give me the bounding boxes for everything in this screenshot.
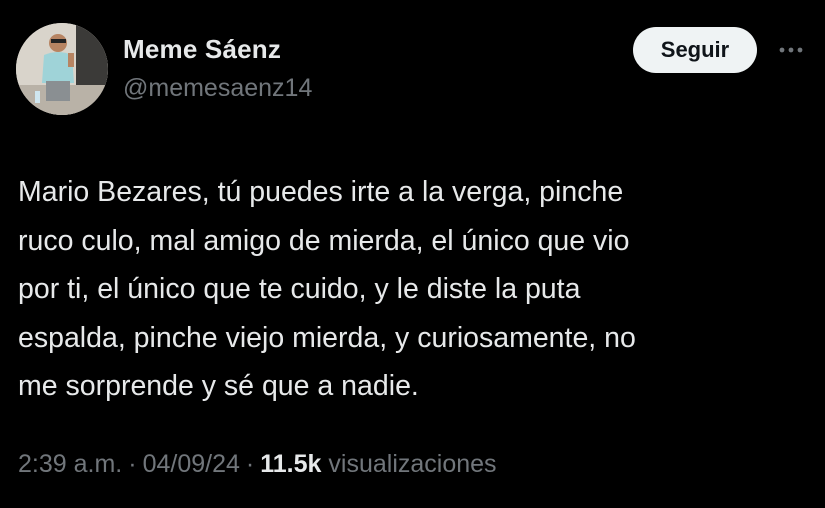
views-count: 11.5k: [260, 450, 322, 478]
views-label: visualizaciones: [328, 450, 497, 478]
tweet-line: ruco culo, mal amigo de mierda, el único…: [18, 224, 630, 257]
tweet-text: Mario Bezares, tú puedes irte a la verga…: [18, 168, 798, 411]
meta-separator: ·: [245, 450, 255, 478]
tweet-date[interactable]: 04/09/24: [143, 450, 240, 479]
user-handle[interactable]: @memesaenz14: [123, 74, 312, 103]
follow-button[interactable]: Seguir: [633, 27, 757, 73]
tweet-line: por ti, el único que te cuido, y le dist…: [18, 273, 581, 305]
tweet-line: me sorprende y sé que a nadie.: [18, 370, 419, 402]
tweet-time[interactable]: 2:39 a.m.: [18, 450, 122, 479]
tweet-line: espalda, pinche viejo mierda, y curiosam…: [18, 321, 636, 354]
more-horizontal-icon: [779, 47, 803, 53]
more-options-button[interactable]: [775, 38, 807, 62]
tweet-line: Mario Bezares, tú puedes irte a la verga…: [18, 176, 624, 208]
display-name[interactable]: Meme Sáenz: [123, 34, 281, 65]
meta-separator: ·: [128, 450, 137, 478]
avatar[interactable]: [16, 23, 108, 115]
tweet-meta: 2:39 a.m. · 04/09/24 · 11.5k visualizaci…: [18, 450, 497, 479]
profile-photo: [16, 23, 108, 115]
